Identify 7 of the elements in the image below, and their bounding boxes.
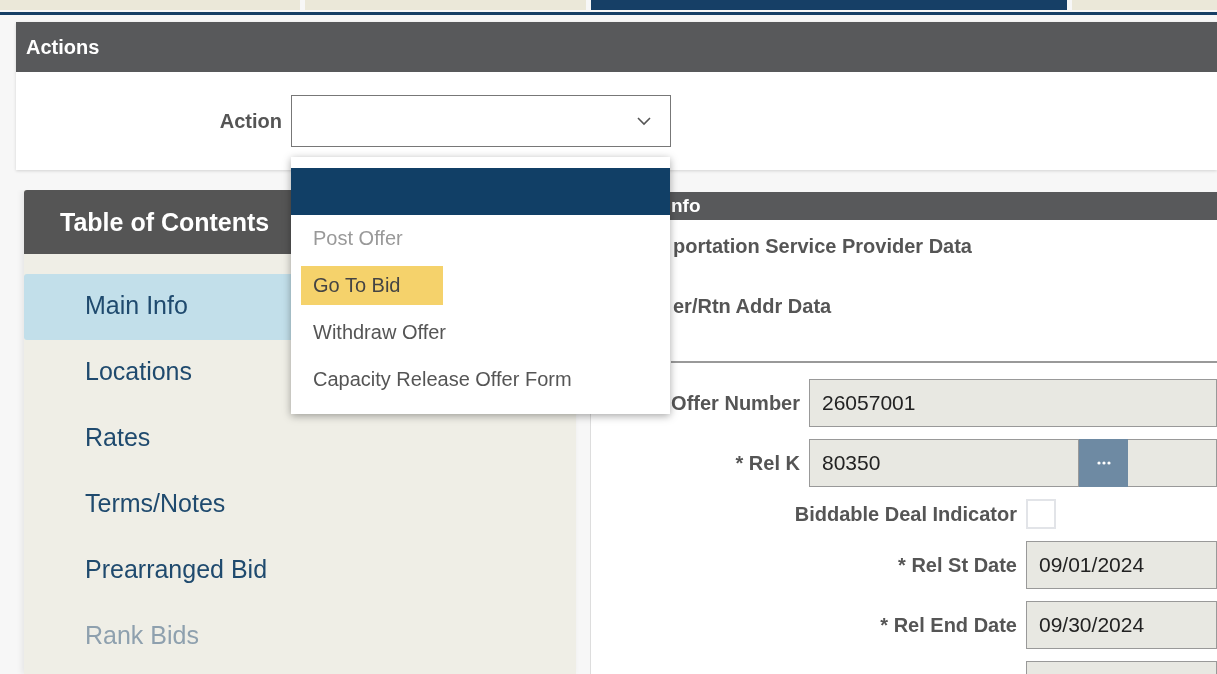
field-label: * Rel End Date [879,613,1018,637]
field-label: Action [218,109,282,133]
field-label: * Rel K [734,451,801,475]
field-label: * Rel St Date [897,553,1018,577]
panel-title: Actions [16,22,1217,72]
field-label: Biddable Deal Indicator [793,502,1018,526]
field-label: Offer Number [670,391,801,415]
